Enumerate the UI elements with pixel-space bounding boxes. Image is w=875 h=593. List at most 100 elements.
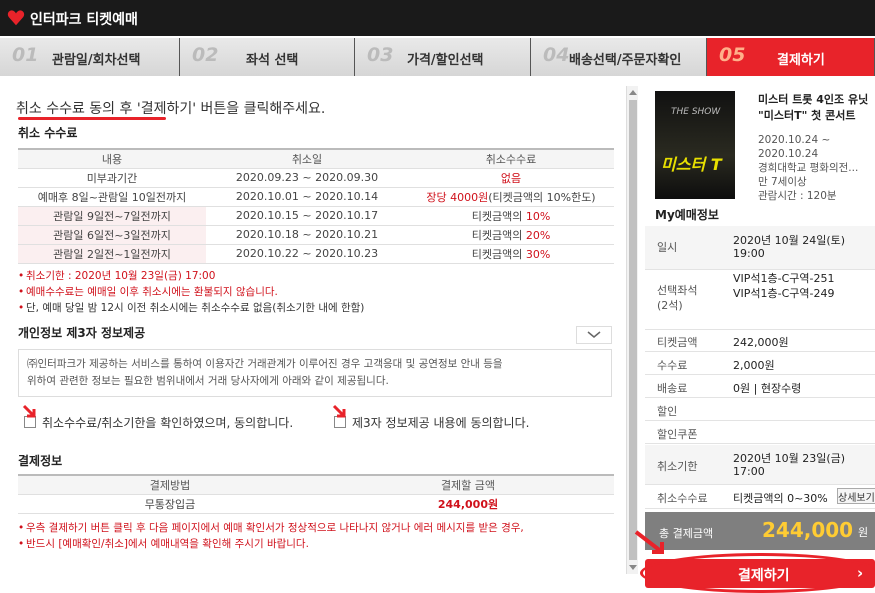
tab-step-5-active[interactable]: 05 결제하기 xyxy=(707,38,875,76)
booking-sidebar: THE SHOW 미스터 T 미스터 트롯 4인조 유닛 "미스터T" 첫 콘서… xyxy=(645,86,875,588)
note-nonrefundable: 예매수수료는 예매일 이후 취소시에는 환불되지 않습니다. xyxy=(18,284,364,300)
booking-row-date: 일시 2020년 10월 24일(토) 19:00 xyxy=(645,226,875,270)
fee-amount: 장당 4000원 xyxy=(426,190,489,204)
cell-content: 관람일 6일전~3일전까지 xyxy=(18,225,206,245)
fee-prefix: 티켓금액의 xyxy=(471,228,526,242)
cell-fee: 티켓금액의 30% xyxy=(408,244,614,264)
app-title: 인터파크 티켓예매 xyxy=(30,12,138,28)
privacy-text-line: ㈜인터파크가 제공하는 서비스를 통하여 이용자간 거래관계가 이루어진 경우 … xyxy=(27,358,503,370)
row-label: 취소수수료 xyxy=(657,492,708,505)
row-label: 일시 xyxy=(657,241,678,254)
performance-title-line: 미스터 트롯 4인조 유닛 xyxy=(758,93,869,106)
row-value: 242,000원 xyxy=(733,336,789,349)
cell-date: 2020.09.23 ~ 2020.09.30 xyxy=(206,168,408,188)
step-number: 01 xyxy=(12,44,39,66)
privacy-text-line: 위하여 관련한 정보는 필요한 범위내에서 거래 당사자에게 아래와 같이 제공… xyxy=(27,375,389,387)
payment-table: 결제방법 결제할 금액 무통장입금 244,000원 xyxy=(18,474,614,514)
row-label: 할인 xyxy=(657,405,678,418)
performance-info: 2020.10.24 ~ 2020.10.24 경희대학교 평화의전... 만 … xyxy=(758,133,858,203)
row-label: 취소기한 xyxy=(657,460,698,473)
total-value: 244,000 xyxy=(762,518,854,542)
table-row: 관람일 9일전~7일전까지 2020.10.15 ~ 2020.10.17 티켓… xyxy=(18,206,614,226)
row-label: 할인쿠폰 xyxy=(657,428,698,441)
step-number: 02 xyxy=(192,44,219,66)
fee-percent: 30% xyxy=(525,247,551,261)
note-deadline: 취소기한 : 2020년 10월 23일(금) 17:00 xyxy=(18,268,364,284)
cell-content: 관람일 9일전~7일전까지 xyxy=(18,206,206,226)
cell-content: 예매후 8일~관람일 10일전까지 xyxy=(18,187,206,207)
row-label: 수수료 xyxy=(657,359,688,372)
booking-row-deadline: 취소기한 2020년 10월 23일(금) 17:00 xyxy=(645,445,875,485)
cancel-fee-title: 취소 수수료 xyxy=(18,126,78,140)
total-unit: 원 xyxy=(858,526,869,539)
row-value: 티켓금액의 0~30% xyxy=(733,492,828,505)
tab-step-3[interactable]: 03 가격/할인선택 xyxy=(355,38,531,76)
row-value: VIP석1층-C구역-249 xyxy=(733,287,835,300)
payment-title: 결제정보 xyxy=(18,454,63,468)
column-header: 결제방법 xyxy=(18,474,322,495)
performance-title: 미스터 트롯 4인조 유닛 "미스터T" 첫 콘서트 xyxy=(758,92,875,124)
table-row: 예매후 8일~관람일 10일전까지 2020.10.01 ~ 2020.10.1… xyxy=(18,187,614,207)
perf-date-to: 2020.10.24 xyxy=(758,148,819,160)
red-arrow-icon xyxy=(22,404,36,418)
payment-note-line: 우측 결제하기 버튼 클릭 후 다음 페이지에서 예매 확인서가 정상적으로 나… xyxy=(18,520,524,536)
fee-percent: 20% xyxy=(525,228,551,242)
booking-row-fee: 수수료 2,000원 xyxy=(645,353,875,375)
perf-runtime: 관람시간 : 120분 xyxy=(758,190,837,202)
cell-fee: 없음 xyxy=(408,168,614,188)
column-header: 내용 xyxy=(18,148,206,169)
cell-date: 2020.10.18 ~ 2020.10.21 xyxy=(206,225,408,245)
booking-row-discount: 할인 xyxy=(645,399,875,421)
column-header: 결제할 금액 xyxy=(322,474,614,495)
cell-fee: 티켓금액의 10% xyxy=(408,206,614,226)
annotation-circle xyxy=(640,553,875,593)
scroll-thumb[interactable] xyxy=(629,100,637,560)
cell-date: 2020.10.01 ~ 2020.10.14 xyxy=(206,187,408,207)
fee-prefix: 티켓금액의 xyxy=(471,209,526,223)
cell-content: 미부과기간 xyxy=(18,168,206,188)
booking-row-ticket: 티켓금액 242,000원 xyxy=(645,330,875,352)
step-label: 좌석 선택 xyxy=(246,53,299,68)
tab-step-4[interactable]: 04 배송선택/주문자확인 xyxy=(531,38,707,76)
total-amount-box: 총 결제금액 244,000 원 xyxy=(645,512,875,550)
cancel-agree-label[interactable]: 취소수수료/취소기한을 확인하였으며, 동의합니다. xyxy=(42,414,293,431)
step-number: 04 xyxy=(543,44,570,66)
row-value: 0원 | 현장수령 xyxy=(733,382,802,395)
performance-title-line: "미스터T" 첫 콘서트 xyxy=(758,109,856,122)
row-label: 선택좌석 xyxy=(657,284,698,297)
step-tabs: 01 관람일/회차선택 02 좌석 선택 03 가격/할인선택 04 배송선택/… xyxy=(0,38,875,76)
table-row: 무통장입금 244,000원 xyxy=(18,494,614,514)
table-row: 미부과기간 2020.09.23 ~ 2020.09.30 없음 xyxy=(18,168,614,188)
scroll-up-arrow[interactable] xyxy=(629,90,637,95)
booking-row-seat: 선택좌석 (2석) VIP석1층-C구역-251 VIP석1층-C구역-249 xyxy=(645,270,875,330)
third-party-agree-label[interactable]: 제3자 정보제공 내용에 동의합니다. xyxy=(352,414,529,431)
fee-percent: 10% xyxy=(525,209,551,223)
instruction-rest: '결제하기' 버튼을 클릭해주세요. xyxy=(132,101,326,117)
table-header-row: 결제방법 결제할 금액 xyxy=(18,474,614,495)
detail-button[interactable]: 상세보기 xyxy=(837,488,875,504)
step-number: 05 xyxy=(719,44,746,66)
main-content: 취소 수수료 동의 후 '결제하기' 버튼을 클릭해주세요. 취소 수수료 내용… xyxy=(8,86,626,574)
heart-logo-icon xyxy=(7,10,25,26)
tab-step-1[interactable]: 01 관람일/회차선택 xyxy=(0,38,180,76)
scroll-down-arrow[interactable] xyxy=(629,565,637,570)
cancel-notes: 취소기한 : 2020년 10월 23일(금) 17:00 예매수수료는 예매일… xyxy=(18,268,364,316)
cell-date: 2020.10.15 ~ 2020.10.17 xyxy=(206,206,408,226)
chevron-down-icon xyxy=(587,331,601,338)
payment-method: 무통장입금 xyxy=(18,494,322,514)
tab-step-2[interactable]: 02 좌석 선택 xyxy=(180,38,355,76)
step-label: 가격/할인선택 xyxy=(407,53,484,68)
title-bar: 인터파크 티켓예매 xyxy=(0,0,875,36)
red-arrow-icon xyxy=(634,530,664,554)
row-label: 티켓금액 xyxy=(657,336,698,349)
main-scrollbar[interactable] xyxy=(626,86,638,574)
table-header-row: 내용 취소일 취소수수료 xyxy=(18,148,614,169)
payment-amount: 244,000원 xyxy=(322,494,614,514)
privacy-expand-button[interactable] xyxy=(576,326,612,344)
column-header: 취소일 xyxy=(206,148,408,169)
fee-prefix: 티켓금액의 xyxy=(471,247,526,261)
table-row: 관람일 2일전~1일전까지 2020.10.22 ~ 2020.10.23 티켓… xyxy=(18,244,614,264)
perf-age: 만 7세이상 xyxy=(758,176,807,188)
step-number: 03 xyxy=(367,44,394,66)
privacy-title: 개인정보 제3자 정보제공 xyxy=(18,326,146,340)
